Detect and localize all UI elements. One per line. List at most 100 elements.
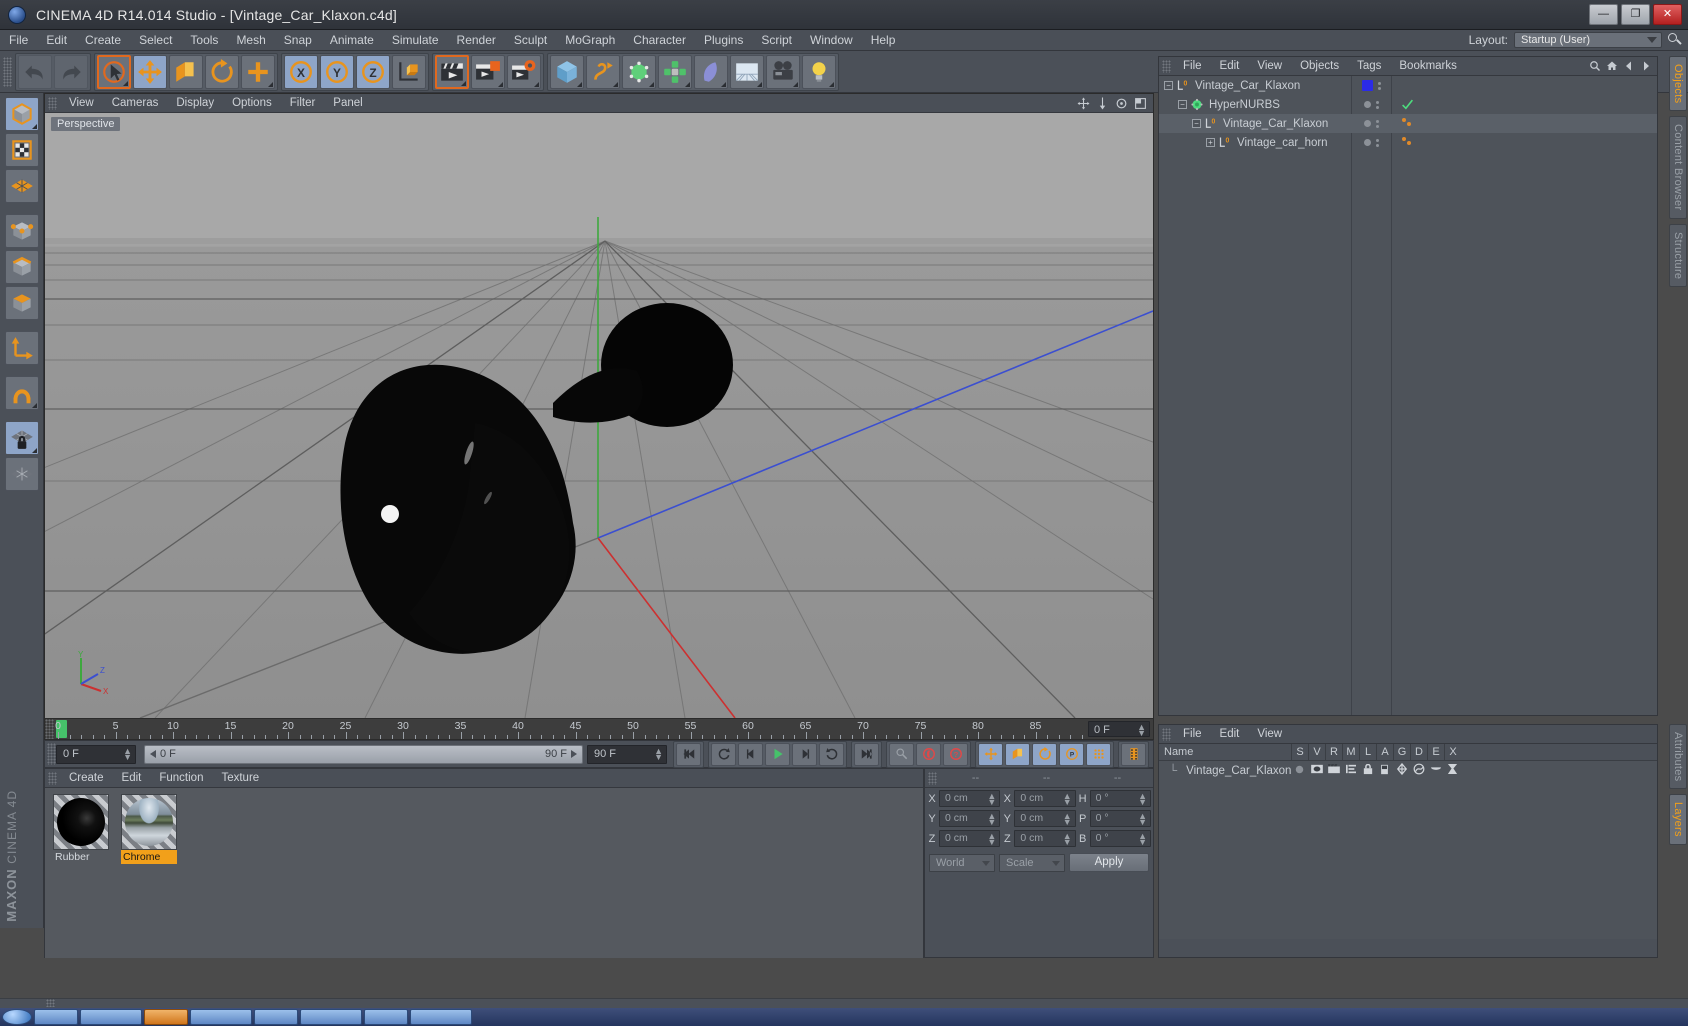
size-x-spinner[interactable]: ▲ ▼ [1063, 792, 1072, 807]
object-row-vintage-car-horn[interactable]: + 0 Vintage_car_horn [1159, 133, 1657, 152]
editor-visibility-dot[interactable] [1363, 120, 1371, 127]
size-z-input[interactable]: 0 cm ▲ ▼ [1014, 830, 1076, 847]
menu-select[interactable]: Select [130, 30, 181, 51]
orange-tag-icon[interactable] [1401, 117, 1415, 130]
add-tool[interactable] [241, 54, 275, 89]
expand-collapse-icon[interactable]: − [1164, 81, 1173, 90]
layers-col-g[interactable]: G [1393, 743, 1410, 761]
menu-character[interactable]: Character [624, 30, 695, 51]
point-level-animation-toggle[interactable] [1086, 742, 1111, 766]
menu-mograph[interactable]: MoGraph [556, 30, 624, 51]
size-y-spinner[interactable]: ▲ ▼ [1063, 812, 1072, 827]
viewport-menu-filter[interactable]: Filter [281, 94, 325, 113]
layers-col-s[interactable]: S [1291, 743, 1308, 761]
layer-animation-icon[interactable] [1376, 764, 1393, 778]
scale-key-toggle[interactable] [1005, 742, 1030, 766]
tab-structure[interactable]: Structure [1669, 223, 1687, 288]
axis-modification-tool[interactable] [4, 331, 39, 365]
layers-col-r[interactable]: R [1325, 743, 1342, 761]
record-active-objects-button[interactable] [916, 742, 941, 766]
workplane-tool[interactable] [4, 457, 39, 491]
layer-deformer-icon[interactable] [1410, 763, 1427, 778]
layers-col-a[interactable]: A [1376, 743, 1393, 761]
material-menu-texture[interactable]: Texture [212, 769, 268, 788]
rotation-h-input[interactable]: 0 ° ▲ ▼ [1089, 790, 1151, 807]
tab-layers[interactable]: Layers [1669, 794, 1687, 846]
menu-window[interactable]: Window [801, 30, 862, 51]
layer-visible-icon[interactable] [1308, 764, 1325, 777]
expand-collapse-icon[interactable]: + [1206, 138, 1215, 147]
taskbar-item[interactable] [144, 1009, 188, 1025]
rotation-p-spinner[interactable]: ▲ ▼ [1138, 812, 1147, 827]
taskbar-item[interactable] [300, 1009, 362, 1025]
timeline-filmstrip-button[interactable] [1121, 742, 1146, 766]
rotation-key-toggle[interactable] [1032, 742, 1057, 766]
layer-solo-dot-icon[interactable] [1291, 765, 1308, 777]
current-frame-input[interactable]: 0 F ▲ ▼ [56, 744, 136, 764]
layer-lock-icon[interactable] [1359, 763, 1376, 778]
go-to-previous-key-button[interactable] [711, 742, 736, 766]
viewport-rotate-icon[interactable] [1115, 97, 1128, 110]
size-x-input[interactable]: 0 cm ▲ ▼ [1014, 790, 1076, 807]
step-back-button[interactable] [738, 742, 763, 766]
material-menu-edit[interactable]: Edit [113, 769, 151, 788]
add-light-button[interactable] [802, 54, 836, 89]
object-next-icon[interactable] [1640, 60, 1652, 72]
menu-mesh[interactable]: Mesh [227, 30, 274, 51]
add-spline-button[interactable] [586, 54, 620, 89]
material-name[interactable]: Rubber [53, 850, 109, 864]
search-icon[interactable] [1668, 33, 1682, 47]
timeline-frame-field[interactable]: 0 F ▲ ▼ [1088, 721, 1150, 738]
lock-workplane-tool[interactable] [4, 421, 39, 455]
layer-render-icon[interactable] [1325, 764, 1342, 777]
visibility-dots-icon[interactable] [1375, 138, 1379, 147]
viewport-menu-panel[interactable]: Panel [324, 94, 371, 113]
material-item-chrome[interactable]: Chrome [121, 794, 177, 958]
tab-objects[interactable]: Objects [1669, 56, 1687, 112]
viewport-menu-grip[interactable] [48, 96, 57, 110]
material-thumbnail[interactable] [53, 794, 109, 850]
coordinate-mode-dropdown[interactable]: Scale [999, 853, 1065, 872]
lock-y-axis[interactable]: Y [320, 54, 354, 89]
layer-color-swatch[interactable] [1361, 80, 1373, 91]
end-frame-spinner[interactable]: ▲ ▼ [654, 746, 663, 761]
layers-menu-edit[interactable]: Edit [1211, 725, 1249, 744]
object-visibility-dots[interactable] [1351, 138, 1391, 147]
rotate-tool[interactable] [205, 54, 239, 89]
current-frame-spinner[interactable]: ▲ ▼ [123, 746, 132, 761]
orange-tag-icon[interactable] [1401, 136, 1415, 149]
menu-edit[interactable]: Edit [37, 30, 76, 51]
apply-button[interactable]: Apply [1069, 853, 1149, 872]
layers-manager-grip[interactable] [1162, 727, 1171, 741]
menu-sculpt[interactable]: Sculpt [505, 30, 556, 51]
toolbar-grip[interactable] [3, 56, 12, 87]
object-visibility-dots[interactable] [1351, 80, 1391, 91]
menu-file[interactable]: File [0, 30, 37, 51]
visibility-dots-icon[interactable] [1375, 119, 1379, 128]
taskbar-start-button[interactable] [2, 1009, 32, 1025]
position-x-spinner[interactable]: ▲ ▼ [987, 792, 996, 807]
coordinates-grip[interactable] [928, 771, 937, 785]
add-environment-button[interactable] [730, 54, 764, 89]
object-prev-icon[interactable] [1623, 60, 1635, 72]
layers-col-m[interactable]: M [1342, 743, 1359, 761]
layers-col-v[interactable]: V [1308, 743, 1325, 761]
go-to-end-button[interactable] [854, 742, 879, 766]
go-to-next-key-button[interactable] [819, 742, 844, 766]
taskbar-item[interactable] [80, 1009, 142, 1025]
material-menu-create[interactable]: Create [60, 769, 113, 788]
autokeying-button[interactable] [889, 742, 914, 766]
maximize-button[interactable]: ❐ [1621, 3, 1650, 25]
points-mode-tool[interactable] [4, 214, 39, 248]
taskbar-item[interactable] [410, 1009, 472, 1025]
size-z-spinner[interactable]: ▲ ▼ [1063, 832, 1072, 847]
green-check-icon[interactable] [1401, 98, 1414, 111]
menu-simulate[interactable]: Simulate [383, 30, 448, 51]
model-mode-tool[interactable] [4, 97, 39, 131]
layers-menu-file[interactable]: File [1174, 725, 1211, 744]
step-forward-button[interactable] [792, 742, 817, 766]
add-array-button[interactable] [658, 54, 692, 89]
world-object-axis-toggle[interactable] [392, 54, 426, 89]
viewport-scale-icon[interactable] [1096, 97, 1109, 110]
object-visibility-dots[interactable] [1351, 100, 1391, 109]
